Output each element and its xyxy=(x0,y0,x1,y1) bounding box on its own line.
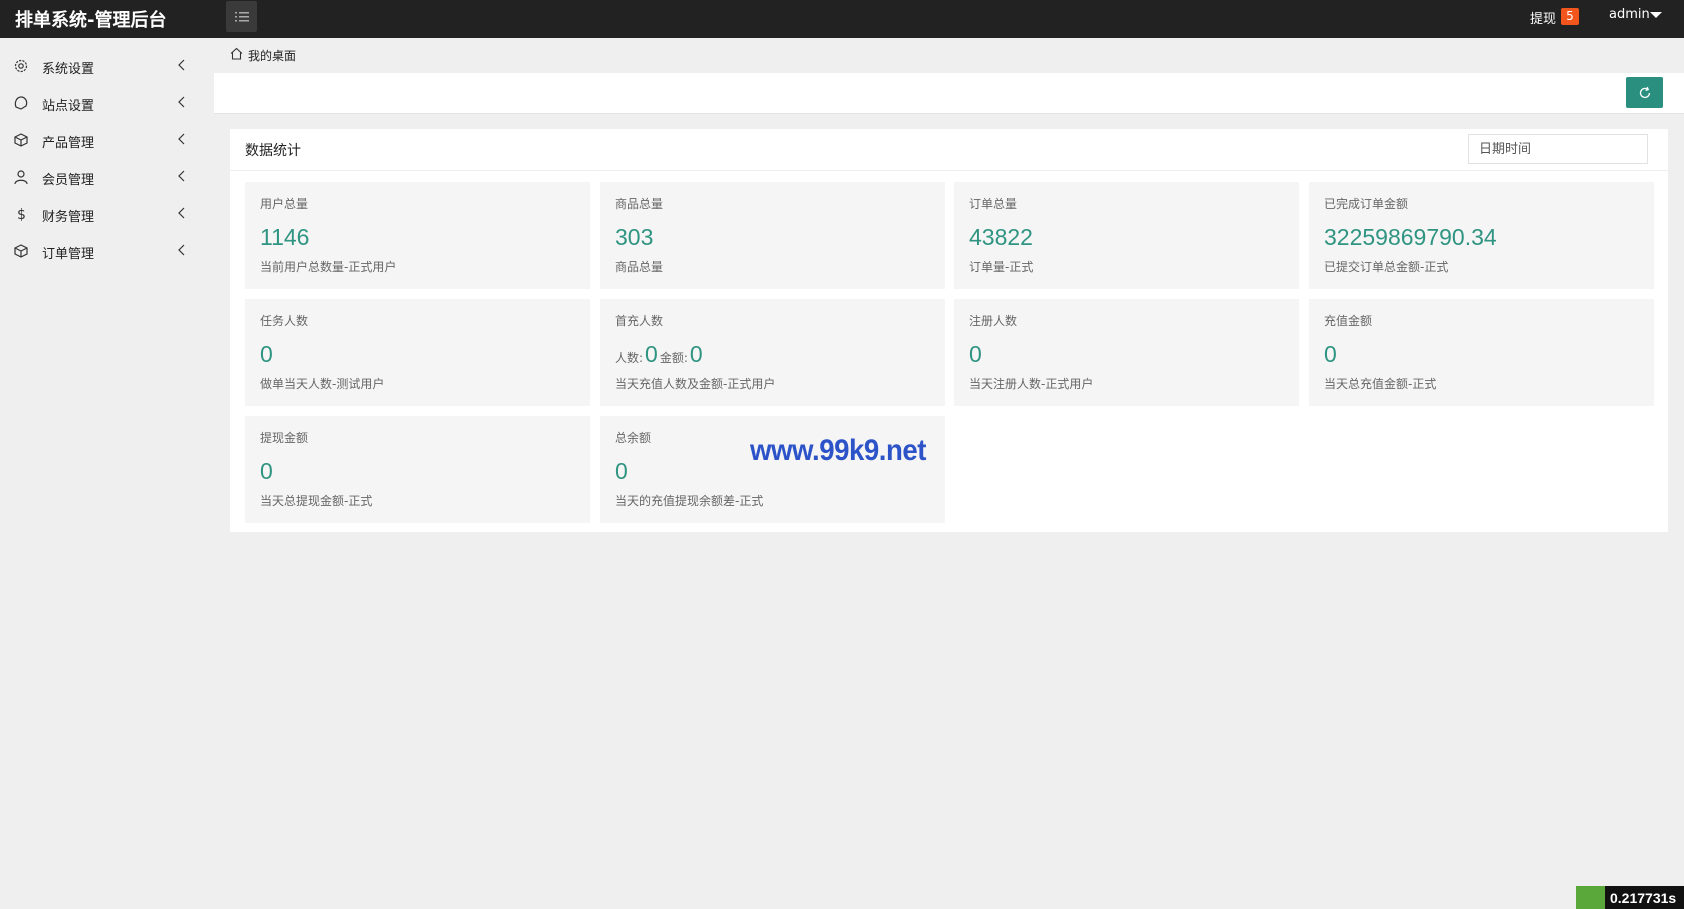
sidebar-item-label: 订单管理 xyxy=(42,247,95,262)
stat-card-first-recharge: 首充人数 人数:0 金额:0 当天充值人数及金额-正式用户 xyxy=(600,299,945,406)
stat-card-desc: 当天总充值金额-正式 xyxy=(1324,377,1437,391)
leaf-icon xyxy=(1576,886,1605,909)
sidebar-item-site-settings[interactable]: 站点设置 xyxy=(0,85,214,122)
stat-card-label: 已完成订单金额 xyxy=(1324,197,1409,211)
panel-divider xyxy=(230,170,1668,171)
stat-card-value: 303 xyxy=(615,224,654,250)
home-icon[interactable] xyxy=(230,47,243,60)
chevron-left-icon xyxy=(178,170,185,182)
stat-card-desc: 当天的充值提现余额差-正式 xyxy=(615,494,764,508)
stat-card-desc: 订单量-正式 xyxy=(969,260,1034,274)
stat-card-desc: 当天总提现金额-正式 xyxy=(260,494,373,508)
stat-card-recharge-amount: 充值金额 0 当天总充值金额-正式 xyxy=(1309,299,1654,406)
stat-card-label: 注册人数 xyxy=(969,314,1018,328)
chevron-left-icon xyxy=(178,96,185,108)
withdraw-link[interactable]: 提现 xyxy=(1530,8,1556,27)
stat-card-value: 0 xyxy=(260,341,273,367)
stat-card-total-orders: 订单总量 43822 订单量-正式 xyxy=(954,182,1299,289)
box-icon xyxy=(14,133,28,147)
timer-text: 0.217731s xyxy=(1610,890,1677,906)
stat-card-value: 0 xyxy=(615,458,628,484)
stat-card-registrations: 注册人数 0 当天注册人数-正式用户 xyxy=(954,299,1299,406)
refresh-button[interactable] xyxy=(1626,77,1663,108)
gear-icon xyxy=(14,59,28,73)
stat-card-label: 用户总量 xyxy=(260,197,309,211)
date-time-input[interactable] xyxy=(1468,134,1648,164)
menu-toggle-button[interactable] xyxy=(226,1,257,32)
refresh-icon xyxy=(1639,86,1650,98)
svg-text:$: $ xyxy=(17,207,26,222)
stat-card-value: 1146 xyxy=(260,224,310,250)
sidebar-item-label: 站点设置 xyxy=(42,99,95,114)
shape-icon xyxy=(14,96,28,110)
user-menu[interactable]: admin xyxy=(1609,7,1650,22)
top-navbar: 排单系统-管理后台 提现 5 admin xyxy=(0,0,1684,38)
stat-card-label: 订单总量 xyxy=(969,197,1018,211)
chevron-left-icon xyxy=(178,59,185,71)
stat-card-desc: 商品总量 xyxy=(615,260,664,274)
stat-card-total-products: 商品总量 303 商品总量 xyxy=(600,182,945,289)
watermark-text: www.99k9.net xyxy=(750,434,927,467)
panel-title: 数据统计 xyxy=(245,143,301,159)
stat-card-label: 商品总量 xyxy=(615,197,664,211)
toolbar xyxy=(214,73,1684,114)
sidebar-item-product-management[interactable]: 产品管理 xyxy=(0,122,214,159)
stat-card-desc: 当天注册人数-正式用户 xyxy=(969,377,1094,391)
stat-card-label: 任务人数 xyxy=(260,314,309,328)
sidebar-item-system-settings[interactable]: 系统设置 xyxy=(0,48,214,85)
stat-card-desc: 当前用户总数量-正式用户 xyxy=(260,260,397,274)
stat-card-value: 0 xyxy=(969,341,982,367)
amount-label: 金额: xyxy=(659,351,688,365)
stat-card-desc: 已提交订单总金额-正式 xyxy=(1324,260,1449,274)
stat-card-label: 总余额 xyxy=(615,431,652,445)
stat-card-withdraw-amount: 提现金额 0 当天总提现金额-正式 xyxy=(245,416,590,523)
stat-card-value-group: 人数:0 金额:0 xyxy=(615,341,705,368)
amount-value: 0 xyxy=(689,341,703,367)
sidebar-item-label: 会员管理 xyxy=(42,173,95,188)
breadcrumb-current[interactable]: 我的桌面 xyxy=(248,47,296,64)
sidebar-item-label: 系统设置 xyxy=(42,62,95,77)
count-label: 人数: xyxy=(615,351,644,365)
user-icon xyxy=(14,170,28,185)
stat-card-label: 首充人数 xyxy=(615,314,664,328)
chevron-left-icon xyxy=(178,244,185,256)
caret-down-icon[interactable] xyxy=(1650,12,1662,18)
chevron-left-icon xyxy=(178,207,185,219)
box-icon xyxy=(14,244,28,258)
stat-card-label: 提现金额 xyxy=(260,431,309,445)
stat-card-desc: 当天充值人数及金额-正式用户 xyxy=(615,377,776,391)
chevron-left-icon xyxy=(178,133,185,145)
app-title: 排单系统-管理后台 xyxy=(15,10,167,31)
sidebar-item-label: 产品管理 xyxy=(42,136,95,151)
sidebar-item-label: 财务管理 xyxy=(42,210,95,225)
stat-card-task-users: 任务人数 0 做单当天人数-测试用户 xyxy=(245,299,590,406)
stat-card-completed-order-amount: 已完成订单金额 32259869790.34 已提交订单总金额-正式 xyxy=(1309,182,1654,289)
stat-card-total-balance: 总余额 0 当天的充值提现余额差-正式 xyxy=(600,416,945,523)
sidebar-item-order-management[interactable]: 订单管理 xyxy=(0,233,214,270)
breadcrumb xyxy=(214,38,1684,73)
stat-card-label: 充值金额 xyxy=(1324,314,1373,328)
stat-card-total-users: 用户总量 1146 当前用户总数量-正式用户 xyxy=(245,182,590,289)
stat-card-value: 43822 xyxy=(969,224,1033,250)
dollar-icon: $ xyxy=(17,207,26,222)
sidebar-item-member-management[interactable]: 会员管理 xyxy=(0,159,214,196)
count-value: 0 xyxy=(645,341,658,367)
stat-card-desc: 做单当天人数-测试用户 xyxy=(260,377,385,391)
sidebar-item-finance-management[interactable]: $ 财务管理 xyxy=(0,196,214,233)
withdraw-count-badge: 5 xyxy=(1561,8,1579,25)
stat-card-value: 0 xyxy=(260,458,273,484)
stat-card-value: 32259869790.34 xyxy=(1324,224,1497,250)
stat-card-value: 0 xyxy=(1324,341,1337,367)
list-icon xyxy=(234,11,249,21)
